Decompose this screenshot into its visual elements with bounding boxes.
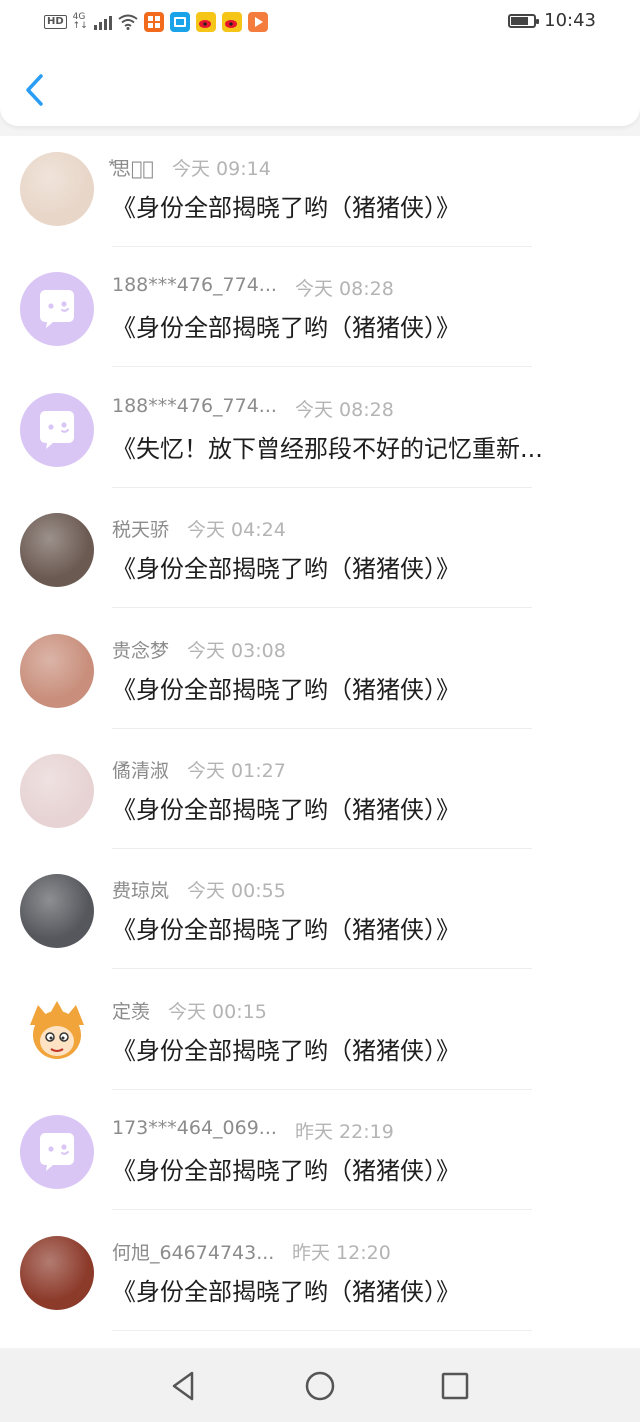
sender-name: 僪清淑 <box>112 760 170 782</box>
default-chat-avatar-icon[interactable] <box>20 1115 94 1190</box>
status-bar: HD 4G ↑↓ 10:43 <box>0 0 640 44</box>
app-icon-blue <box>169 12 190 32</box>
message-time: 今天 00:15 <box>168 1000 267 1023</box>
nav-home-button[interactable] <box>302 1368 338 1404</box>
message-row[interactable]: 何旭_64674743... 昨天 12:20 《身份全部揭晓了哟（猪猪侠）》 <box>0 1220 640 1341</box>
message-time: 今天 08:28 <box>295 398 394 421</box>
sender-name: 188***476_774... <box>112 394 277 417</box>
message-row[interactable]: 税天骄 今天 04:24 《身份全部揭晓了哟（猪猪侠）》 <box>0 497 640 618</box>
status-icons-right: 10:43 <box>508 10 596 31</box>
sender-name: 188***476_774... <box>112 274 277 297</box>
row-divider <box>112 1209 532 1211</box>
message-row[interactable]: 定羡 今天 00:15 《身份全部揭晓了哟（猪猪侠）》 <box>0 979 640 1100</box>
message-text: 《身份全部揭晓了哟（猪猪侠）》 <box>112 675 460 704</box>
avatar[interactable] <box>20 513 94 588</box>
message-time: 今天 04:24 <box>187 519 286 542</box>
avatar[interactable] <box>20 994 94 1069</box>
message-time: 今天 08:28 <box>295 278 394 301</box>
recents-square-icon <box>441 1372 469 1400</box>
message-text: 《身份全部揭晓了哟（猪猪侠）》 <box>112 1157 460 1186</box>
message-time: 昨天 12:20 <box>292 1241 391 1264</box>
weibo-icon <box>195 12 216 32</box>
sender-name: ⃰思念⃰ <box>112 158 154 180</box>
message-text: 《身份全部揭晓了哟（猪猪侠）》 <box>112 555 460 584</box>
app-icon-orange-play <box>247 12 268 32</box>
row-divider <box>112 727 532 729</box>
network-type: 4G ↑↓ <box>73 13 88 31</box>
nav-back-button[interactable] <box>166 1368 202 1404</box>
app-icon-orange <box>143 12 164 32</box>
message-time: 今天 09:14 <box>172 158 271 180</box>
message-text: 《身份全部揭晓了哟（猪猪侠）》 <box>112 194 460 222</box>
status-time: 10:43 <box>544 10 596 31</box>
back-button[interactable] <box>18 70 52 110</box>
message-row[interactable]: 贵念梦 今天 03:08 《身份全部揭晓了哟（猪猪侠）》 <box>0 618 640 739</box>
network-activity: ↑↓ <box>72 21 88 31</box>
chevron-left-icon <box>26 74 43 106</box>
sender-name: 税天骄 <box>112 519 170 542</box>
message-row[interactable]: 188***476_774... 今天 08:28 《身份全部揭晓了哟（猪猪侠）》 <box>0 256 640 377</box>
sender-name: 何旭_64674743... <box>112 1241 275 1264</box>
sender-name: 费琼岚 <box>112 880 170 903</box>
avatar[interactable] <box>20 1235 94 1310</box>
battery-level <box>511 16 529 25</box>
message-row[interactable]: 188***476_774... 今天 08:28 《失忆！放下曾经那段不好的记忆重… <box>0 377 640 498</box>
row-divider <box>112 486 532 488</box>
message-text: 《身份全部揭晓了哟（猪猪侠）》 <box>112 314 460 343</box>
system-nav-bar <box>0 1350 640 1422</box>
row-divider <box>112 1088 532 1090</box>
row-divider <box>112 968 532 970</box>
message-text: 《身份全部揭晓了哟（猪猪侠）》 <box>112 916 460 945</box>
default-chat-avatar-icon[interactable] <box>20 272 94 347</box>
weibo-icon <box>221 12 242 32</box>
message-time: 今天 01:27 <box>187 760 286 782</box>
wifi-icon <box>118 14 138 30</box>
message-time: 今天 03:08 <box>187 639 286 662</box>
back-triangle-icon <box>172 1371 194 1401</box>
message-list: ⃰思念⃰ 今天 09:14 《身份全部揭晓了哟（猪猪侠）》 188***476_774… <box>0 136 640 1348</box>
message-row[interactable]: 费琼岚 今天 00:55 《身份全部揭晓了哟（猪猪侠）》 <box>0 858 640 979</box>
battery-icon <box>508 13 540 28</box>
row-divider <box>112 366 532 368</box>
message-text: 《失忆！放下曾经那段不好的记忆重新... <box>112 434 543 463</box>
message-text: 《身份全部揭晓了哟（猪猪侠）》 <box>112 796 460 824</box>
avatar[interactable] <box>20 754 94 828</box>
row-divider <box>112 607 532 609</box>
avatar[interactable] <box>20 874 94 949</box>
hd-icon: HD <box>44 15 67 29</box>
status-icons-left: HD 4G ↑↓ <box>44 11 268 33</box>
message-text: 《身份全部揭晓了哟（猪猪侠）》 <box>112 1277 460 1306</box>
avatar[interactable] <box>20 152 94 226</box>
home-circle-icon <box>305 1371 335 1401</box>
nav-recents-button[interactable] <box>437 1368 473 1404</box>
row-divider <box>112 246 532 247</box>
message-row[interactable]: 僪清淑 今天 01:27 《身份全部揭晓了哟（猪猪侠）》 <box>0 738 640 859</box>
message-time: 昨天 22:19 <box>295 1121 394 1144</box>
row-divider <box>112 848 532 849</box>
message-row[interactable]: ⃰思念⃰ 今天 09:14 《身份全部揭晓了哟（猪猪侠）》 <box>0 136 640 257</box>
sender-name: 173***464_069... <box>112 1117 277 1140</box>
signal-icon <box>93 14 112 30</box>
top-app-bar <box>0 44 640 126</box>
sender-name: 定羡 <box>112 1000 151 1023</box>
default-chat-avatar-icon[interactable] <box>20 392 94 467</box>
message-time: 今天 00:55 <box>187 880 286 903</box>
avatar[interactable] <box>20 633 94 708</box>
row-divider <box>112 1329 532 1331</box>
message-text: 《身份全部揭晓了哟（猪猪侠）》 <box>112 1036 460 1065</box>
message-row[interactable]: 173***464_069... 昨天 22:19 《身份全部揭晓了哟（猪猪侠）》 <box>0 1099 640 1220</box>
sender-name: 贵念梦 <box>112 639 170 662</box>
